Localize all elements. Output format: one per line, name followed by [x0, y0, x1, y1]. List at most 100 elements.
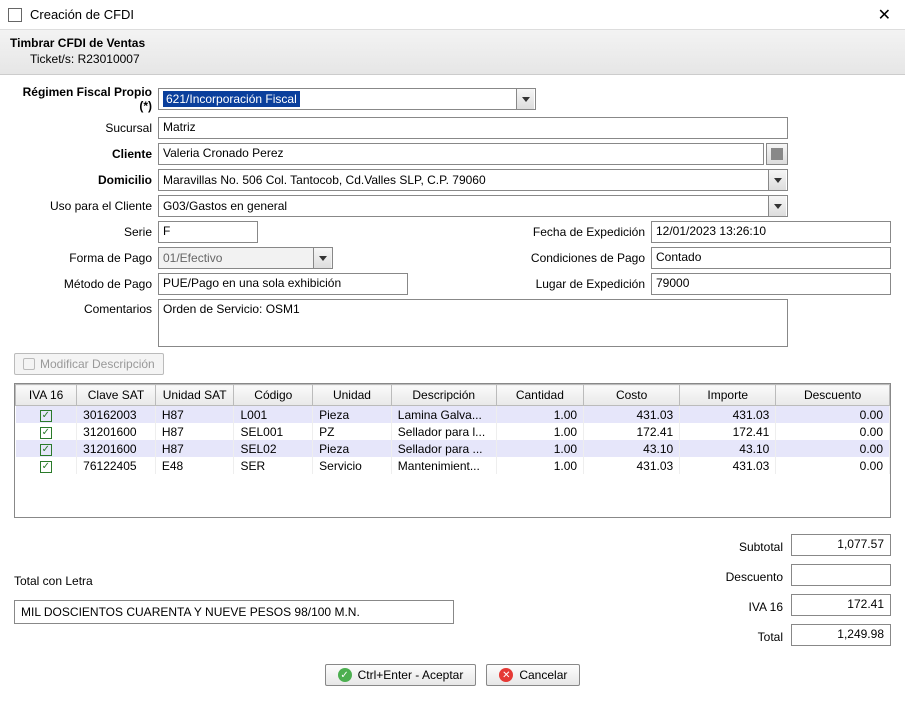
- metodo-pago-field[interactable]: PUE/Pago en una sola exhibición: [158, 273, 408, 295]
- subtotal-value: 1,077.57: [791, 534, 891, 556]
- uso-value: G03/Gastos en general: [163, 199, 287, 213]
- row-checkbox[interactable]: ✓: [40, 444, 52, 456]
- chevron-down-icon: [313, 248, 331, 268]
- row-checkbox[interactable]: ✓: [40, 427, 52, 439]
- label-domicilio: Domicilio: [14, 173, 158, 187]
- cond-pago-field[interactable]: Contado: [651, 247, 891, 269]
- modify-description-button: Modificar Descripción: [14, 353, 164, 375]
- regimen-combo[interactable]: 621/Incorporación Fiscal: [158, 88, 536, 110]
- label-uso: Uso para el Cliente: [14, 199, 158, 213]
- cell: 31201600: [77, 440, 156, 457]
- sucursal-field[interactable]: Matriz: [158, 117, 788, 139]
- cell: 1.00: [496, 423, 583, 440]
- lugar-exp-value: 79000: [656, 276, 689, 290]
- cell: 1.00: [496, 457, 583, 474]
- chevron-down-icon[interactable]: [768, 196, 786, 216]
- cell: 172.41: [584, 423, 680, 440]
- column-header[interactable]: Clave SAT: [77, 385, 156, 406]
- cell: Lamina Galva...: [391, 406, 496, 424]
- cell: 76122405: [77, 457, 156, 474]
- cell: E48: [155, 457, 234, 474]
- window-title: Creación de CFDI: [30, 7, 872, 22]
- cell: L001: [234, 406, 313, 424]
- cell: 0.00: [776, 423, 890, 440]
- table-row[interactable]: ✓ 31201600H87SEL001PZSellador para l...1.…: [16, 423, 890, 440]
- cliente-lookup-button[interactable]: [766, 143, 788, 165]
- column-header[interactable]: Código: [234, 385, 313, 406]
- cell: Mantenimient...: [391, 457, 496, 474]
- table-row[interactable]: ✓ 76122405E48SERServicioMantenimient...1.…: [16, 457, 890, 474]
- cell: 431.03: [584, 457, 680, 474]
- label-metodo-pago: Método de Pago: [14, 277, 158, 291]
- cancel-button[interactable]: ✕ Cancelar: [486, 664, 580, 686]
- comentarios-field[interactable]: [158, 299, 788, 347]
- descuento-value: [791, 564, 891, 586]
- fecha-exp-value: 12/01/2023 13:26:10: [656, 224, 766, 238]
- cell: 43.10: [680, 440, 776, 457]
- cell: H87: [155, 423, 234, 440]
- column-header[interactable]: Unidad SAT: [155, 385, 234, 406]
- line-items-grid[interactable]: IVA 16Clave SATUnidad SATCódigoUnidadDes…: [14, 383, 891, 518]
- cell: SEL001: [234, 423, 313, 440]
- cell: 1.00: [496, 440, 583, 457]
- cell: SEL02: [234, 440, 313, 457]
- iva-value: 172.41: [791, 594, 891, 616]
- sucursal-value: Matriz: [163, 120, 196, 134]
- forma-pago-combo: 01/Efectivo: [158, 247, 333, 269]
- building-icon: [771, 148, 783, 160]
- table-row[interactable]: ✓30162003H87L001PiezaLamina Galva...1.00…: [16, 406, 890, 424]
- cell: 431.03: [680, 406, 776, 424]
- cell: H87: [155, 406, 234, 424]
- cell: Pieza: [313, 406, 392, 424]
- label-sucursal: Sucursal: [14, 121, 158, 135]
- row-checkbox[interactable]: ✓: [40, 410, 52, 422]
- uso-combo[interactable]: G03/Gastos en general: [158, 195, 788, 217]
- cell: 1.00: [496, 406, 583, 424]
- subheader: Timbrar CFDI de Ventas Ticket/s: R230100…: [0, 30, 905, 75]
- metodo-pago-value: PUE/Pago en una sola exhibición: [163, 276, 341, 290]
- column-header[interactable]: Descripción: [391, 385, 496, 406]
- cell: H87: [155, 440, 234, 457]
- cell: Sellador para ...: [391, 440, 496, 457]
- fecha-exp-field[interactable]: 12/01/2023 13:26:10: [651, 221, 891, 243]
- column-header[interactable]: Costo: [584, 385, 680, 406]
- cell: 172.41: [680, 423, 776, 440]
- cliente-field[interactable]: Valeria Cronado Perez: [158, 143, 764, 165]
- column-header[interactable]: Cantidad: [496, 385, 583, 406]
- serie-value: F: [163, 224, 170, 238]
- column-header[interactable]: Unidad: [313, 385, 392, 406]
- forma-pago-value: 01/Efectivo: [163, 251, 222, 265]
- cell: 0.00: [776, 440, 890, 457]
- cell: Servicio: [313, 457, 392, 474]
- column-header[interactable]: IVA 16: [16, 385, 77, 406]
- cell: ✓: [16, 440, 77, 457]
- cell: Sellador para l...: [391, 423, 496, 440]
- label-forma-pago: Forma de Pago: [14, 251, 158, 265]
- total-value: 1,249.98: [791, 624, 891, 646]
- ticket-label: Ticket/s:: [30, 52, 74, 66]
- cell: ✓: [16, 457, 77, 474]
- subtitle: Timbrar CFDI de Ventas: [10, 36, 895, 50]
- cell: ✓: [16, 423, 77, 440]
- cell: PZ: [313, 423, 392, 440]
- regimen-value: 621/Incorporación Fiscal: [163, 91, 300, 107]
- chevron-down-icon[interactable]: [516, 89, 534, 109]
- cell: 31201600: [77, 423, 156, 440]
- cell: SER: [234, 457, 313, 474]
- form-area: Régimen Fiscal Propio (*) 621/Incorporac…: [0, 75, 905, 379]
- accept-label: Ctrl+Enter - Aceptar: [358, 668, 464, 682]
- ticket-line: Ticket/s: R23010007: [10, 52, 895, 66]
- chevron-down-icon[interactable]: [768, 170, 786, 190]
- label-cliente: Cliente: [14, 147, 158, 161]
- column-header[interactable]: Importe: [680, 385, 776, 406]
- accept-button[interactable]: ✓ Ctrl+Enter - Aceptar: [325, 664, 477, 686]
- close-icon[interactable]: ✕: [872, 5, 897, 25]
- cell: 0.00: [776, 457, 890, 474]
- lugar-exp-field[interactable]: 79000: [651, 273, 891, 295]
- table-row[interactable]: ✓31201600H87SEL02PiezaSellador para ...1…: [16, 440, 890, 457]
- column-header[interactable]: Descuento: [776, 385, 890, 406]
- serie-field[interactable]: F: [158, 221, 258, 243]
- row-checkbox[interactable]: ✓: [40, 461, 52, 473]
- label-regimen: Régimen Fiscal Propio (*): [14, 85, 158, 113]
- domicilio-combo[interactable]: Maravillas No. 506 Col. Tantocob, Cd.Val…: [158, 169, 788, 191]
